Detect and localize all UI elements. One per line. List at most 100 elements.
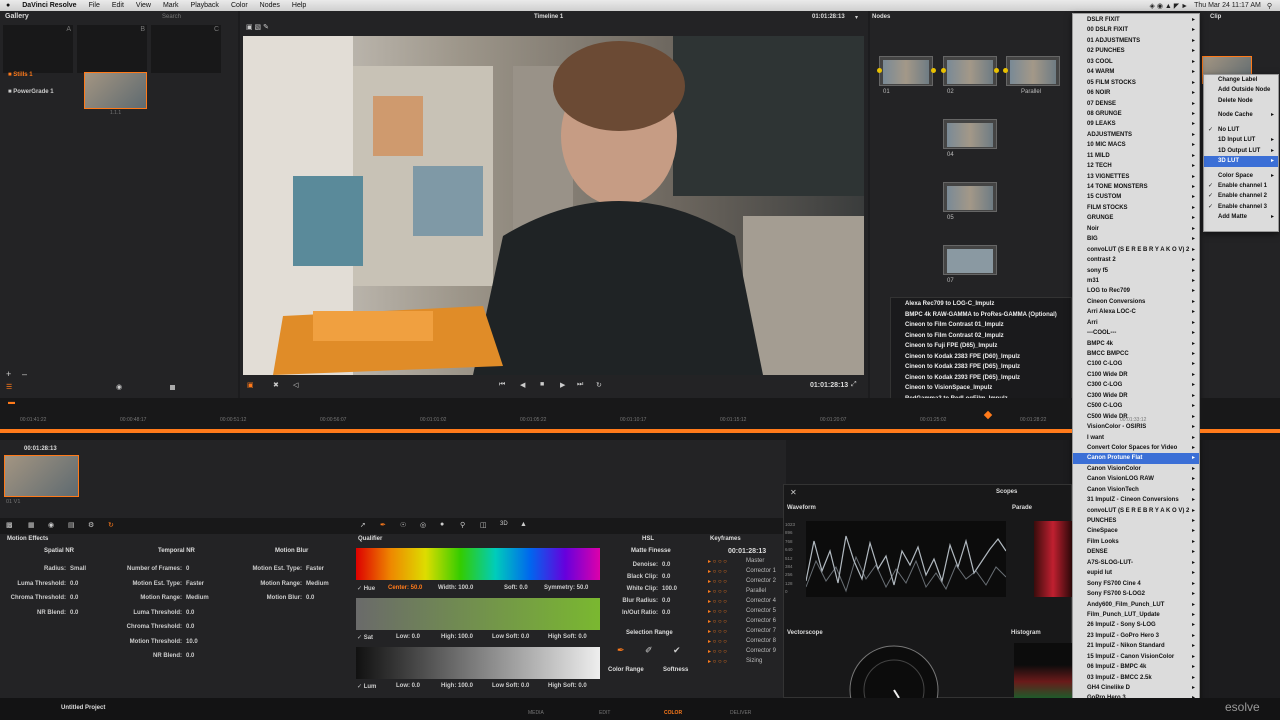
sat-high[interactable]: High: 100.0 xyxy=(441,634,473,640)
tracker-icon[interactable]: ◎ xyxy=(420,521,426,529)
sat-gradient[interactable] xyxy=(356,598,600,630)
node-input-dot[interactable] xyxy=(1003,68,1008,73)
lut-folder-item[interactable]: 14 TONE MONSTERS ▸ xyxy=(1073,182,1199,192)
lut-folder-item[interactable]: 23 ImpulZ - GoPro Hero 3 ▸ xyxy=(1073,631,1199,641)
lut-folder-item[interactable]: ADJUSTMENTS ▸ xyxy=(1073,130,1199,140)
sizing-icon[interactable]: ◫ xyxy=(480,521,487,529)
sat-low-soft[interactable]: Low Soft: 0.0 xyxy=(492,634,529,640)
picker-minus-icon[interactable]: ✐ xyxy=(645,645,653,656)
menu-help[interactable]: Help xyxy=(286,2,312,9)
menu-view[interactable]: View xyxy=(130,2,157,9)
lut-folder-item[interactable]: 09 LEAKS ▸ xyxy=(1073,119,1199,129)
lut-folder-item[interactable]: Canon VisionLOG RAW ▸ xyxy=(1073,474,1199,484)
lut-folder-item[interactable]: 15 ImpulZ - Canon VisionColor ▸ xyxy=(1073,652,1199,662)
lut-folder-item[interactable]: 31 ImpulZ - Cineon Conversions ▸ xyxy=(1073,495,1199,505)
temporal-value[interactable]: 0 xyxy=(186,566,189,572)
nav-deliver[interactable]: DELIVER xyxy=(730,710,751,716)
keyframe-track[interactable]: Corrector 9 xyxy=(746,648,776,654)
play-reverse-button[interactable]: ◀ xyxy=(520,381,525,389)
sat-low[interactable]: Low: 0.0 xyxy=(396,634,420,640)
keyframe-track[interactable]: Parallel xyxy=(746,588,766,594)
lut-folder-item[interactable]: I want ▸ xyxy=(1073,433,1199,443)
node-07[interactable] xyxy=(943,245,997,275)
lut-folder-item[interactable]: DENSE ▸ xyxy=(1073,547,1199,557)
blur-value[interactable]: 0.0 xyxy=(306,595,314,601)
lut-folder-item[interactable]: 21 ImpulZ - Nikon Standard ▸ xyxy=(1073,641,1199,651)
lut-folder-item[interactable]: LOG to Rec709 ▸ xyxy=(1073,286,1199,296)
lut-folder-item[interactable]: m31 ▸ xyxy=(1073,276,1199,286)
lut-folder-item[interactable]: BIG ▸ xyxy=(1073,234,1199,244)
nav-edit[interactable]: EDIT xyxy=(599,710,610,716)
lut-folder-item[interactable]: BMPC 4k ▸ xyxy=(1073,339,1199,349)
lut-folder-item[interactable]: Canon VisionColor ▸ xyxy=(1073,464,1199,474)
lut-folder-item[interactable]: 03 COOL ▸ xyxy=(1073,57,1199,67)
lut-folder-item[interactable]: 26 ImpulZ - Sony S-LOG ▸ xyxy=(1073,620,1199,630)
minus-icon[interactable]: – xyxy=(22,369,27,379)
lut-item[interactable]: Cineon to VisionSpace_Impulz xyxy=(891,383,1071,394)
album-powergrade-1[interactable]: ■ PowerGrade 1 xyxy=(8,89,54,95)
lut-folder-item[interactable]: Arri ▸ xyxy=(1073,318,1199,328)
motion-effects-icon[interactable]: ↻ xyxy=(108,521,114,529)
keyframe-controls-icon[interactable]: ▸ ○ ○ ○ xyxy=(708,578,727,585)
spatial-value[interactable]: 0.0 xyxy=(70,595,78,601)
blur-value[interactable]: Faster xyxy=(306,566,324,572)
context-menu-item[interactable]: ✓ No LUT xyxy=(1204,125,1278,135)
node-parallel[interactable] xyxy=(1006,56,1060,86)
lut-folder-item[interactable]: BMCC BMPCC ▸ xyxy=(1073,349,1199,359)
lut-folder-item[interactable]: Sony FS700 S-LOG2 ▸ xyxy=(1073,589,1199,599)
temporal-value[interactable]: Medium xyxy=(186,595,209,601)
timeline-ruler[interactable]: 00:01:41:22 00:00:48:17 00:00:51:12 00:00:5… xyxy=(0,410,1146,423)
hue-soft[interactable]: Soft: 0.0 xyxy=(504,585,528,591)
lut-folder-item[interactable]: Arri Alexa LOC-C ▸ xyxy=(1073,307,1199,317)
lut-folder-item[interactable]: 02 PUNCHES ▸ xyxy=(1073,46,1199,56)
add-icon[interactable]: + xyxy=(6,369,11,379)
keyframe-controls-icon[interactable]: ▸ ○ ○ ○ xyxy=(708,618,727,625)
hue-gradient[interactable] xyxy=(356,548,600,580)
lut-folder-item[interactable]: PUNCHES ▸ xyxy=(1073,516,1199,526)
lut-folder-item[interactable]: C300 C-LOG ▸ xyxy=(1073,380,1199,390)
matte-finesse-value[interactable]: 0.0 xyxy=(662,574,670,580)
context-menu-item[interactable]: Add Matte ▸ xyxy=(1204,212,1278,222)
list-icon[interactable]: ☰ xyxy=(6,383,12,391)
node-04[interactable] xyxy=(943,119,997,149)
primaries-icon[interactable]: ◉ xyxy=(48,521,54,529)
lut-folder-item[interactable]: DSLR FIXIT ▸ xyxy=(1073,15,1199,25)
search-input[interactable]: Search xyxy=(162,14,181,20)
audio-icon[interactable]: ◁ xyxy=(293,381,298,389)
lut-folder-item[interactable]: convoLUT (S E R E B R Y A K O V) 2 ▸ xyxy=(1073,245,1199,255)
menu-mark[interactable]: Mark xyxy=(157,2,185,9)
lut-folder-item[interactable]: VisionColor - OSIRIS ▸ xyxy=(1073,422,1199,432)
app-menu[interactable]: DaVinci Resolve xyxy=(16,2,82,9)
context-menu-item[interactable]: 3D LUT ▸ xyxy=(1204,156,1278,167)
lut-folder-item[interactable]: 13 VIGNETTES ▸ xyxy=(1073,172,1199,182)
node-02[interactable] xyxy=(943,56,997,86)
viewer-mode-icon[interactable]: ▣ ▧ ✎ xyxy=(246,23,269,31)
lut-folder-item[interactable]: 05 FILM STOCKS ▸ xyxy=(1073,78,1199,88)
keyframe-track[interactable]: Corrector 7 xyxy=(746,628,776,634)
keyframe-track[interactable]: Sizing xyxy=(746,658,762,664)
album-stills-1[interactable]: ■ Stills 1 xyxy=(8,72,33,78)
lut-folder-item[interactable]: C300 Wide DR ▸ xyxy=(1073,391,1199,401)
keyframe-track[interactable]: Corrector 2 xyxy=(746,578,776,584)
lum-low-soft[interactable]: Low Soft: 0.0 xyxy=(492,683,529,689)
keyframe-track[interactable]: Master xyxy=(746,558,764,564)
lut-folder-item[interactable]: 12 TECH ▸ xyxy=(1073,161,1199,171)
nav-color[interactable]: COLOR xyxy=(664,710,682,716)
lut-folder-item[interactable]: Film Looks ▸ xyxy=(1073,537,1199,547)
lum-high[interactable]: High: 100.0 xyxy=(441,683,473,689)
matte-finesse-value[interactable]: 0.0 xyxy=(662,610,670,616)
context-menu-item[interactable]: ✓ Enable channel 3 xyxy=(1204,202,1278,212)
context-menu-item[interactable]: ✓ Enable channel 2 xyxy=(1204,191,1278,201)
lut-folder-item[interactable]: Sony FS700 Cine 4 ▸ xyxy=(1073,579,1199,589)
viewer-options-icon[interactable]: ▾ xyxy=(855,14,858,21)
lut-folder-item[interactable]: C100 Wide DR ▸ xyxy=(1073,370,1199,380)
context-menu-item[interactable]: Color Space ▸ xyxy=(1204,171,1278,181)
color-wheels-icon[interactable]: ▦ xyxy=(28,521,35,529)
still-slot-b[interactable]: B xyxy=(77,25,147,73)
context-menu-item[interactable]: Change Label xyxy=(1204,75,1278,85)
lut-item[interactable]: Alexa Rec709 to LOG-C_Impulz xyxy=(891,299,1071,310)
lut-item[interactable]: Cineon to Kodak 2393 FPE (D65)_Impulz xyxy=(891,373,1071,384)
menu-playback[interactable]: Playback xyxy=(185,2,225,9)
lut-folder-item[interactable]: C100 C-LOG ▸ xyxy=(1073,359,1199,369)
lut-folder-item[interactable]: 15 CUSTOM ▸ xyxy=(1073,192,1199,202)
